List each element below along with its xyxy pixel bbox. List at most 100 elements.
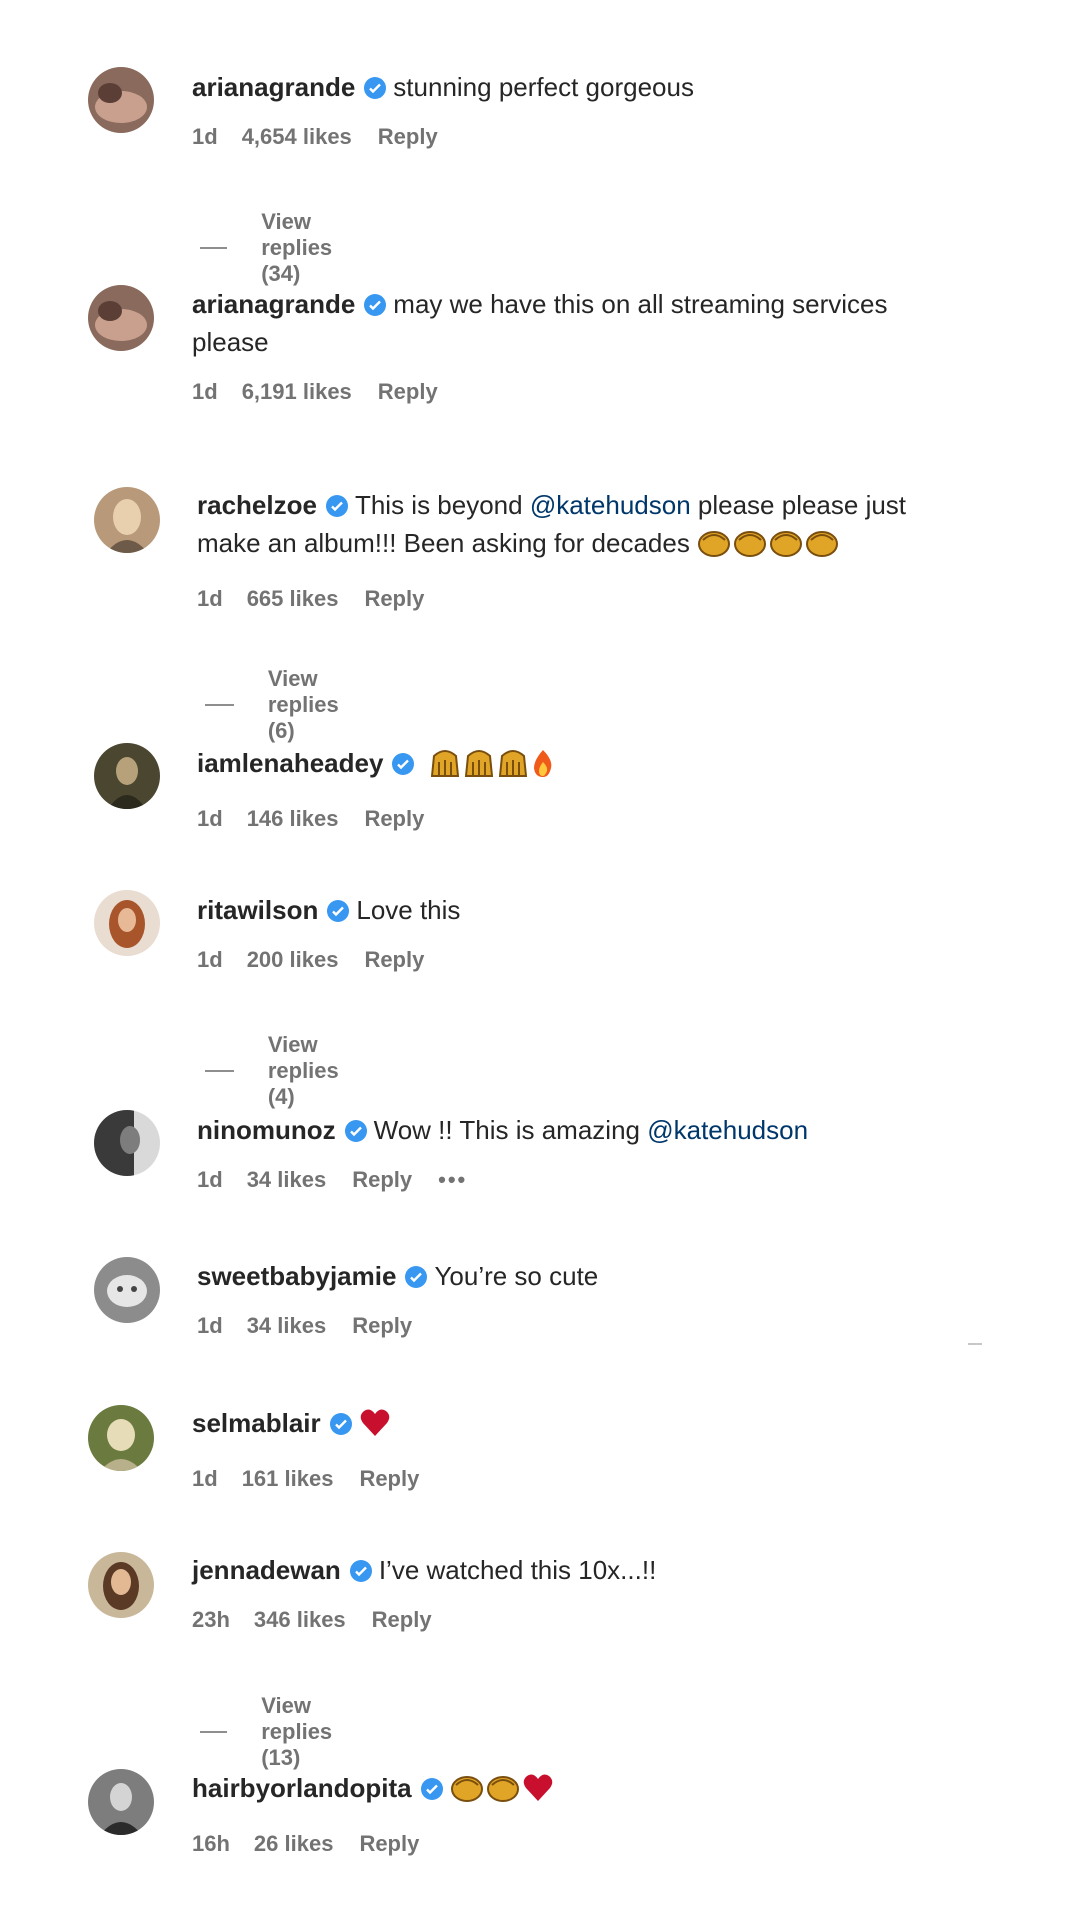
divider-line (200, 1731, 228, 1733)
likes-count[interactable]: 34 likes (247, 1313, 327, 1339)
reply-button[interactable]: Reply (359, 1831, 419, 1857)
comment-body: I’ve watched this 10x...!! (378, 1555, 657, 1585)
verified-badge-icon (392, 753, 415, 775)
view-replies-button[interactable]: View replies (13) (200, 1693, 355, 1771)
likes-count[interactable]: 665 likes (247, 586, 339, 612)
divider-line (200, 247, 228, 249)
reply-button[interactable]: Reply (364, 947, 424, 973)
timestamp: 1d (197, 586, 223, 611)
comment-body: stunning perfect gorgeous (393, 72, 694, 102)
timestamp: 1d (192, 1466, 218, 1491)
fire-icon (531, 748, 555, 788)
verified-badge-icon (325, 495, 348, 517)
comment-text: arianagrande stunning perfect gorgeous (192, 68, 962, 106)
username[interactable]: ritawilson (197, 895, 318, 925)
reply-button[interactable]: Reply (364, 806, 424, 832)
username[interactable]: arianagrande (192, 72, 355, 102)
clap-icon (450, 1773, 484, 1813)
verified-badge-icon (420, 1778, 443, 1800)
comment-body: This is beyond (354, 490, 530, 520)
reply-button[interactable]: Reply (372, 1607, 432, 1633)
comment-text: ninomunoz Wow !! This is amazing @katehud… (197, 1111, 967, 1149)
username[interactable]: iamlenaheadey (197, 748, 383, 778)
comment-text: iamlenaheadey (197, 744, 967, 788)
likes-count[interactable]: 146 likes (247, 806, 339, 832)
comment-text: hairbyorlandopita (192, 1769, 962, 1813)
comment-text: jennadewan I’ve watched this 10x...!! (192, 1551, 962, 1589)
username[interactable]: selmablair (192, 1408, 321, 1438)
username[interactable]: jennadewan (192, 1555, 341, 1585)
likes-count[interactable]: 346 likes (254, 1607, 346, 1633)
likes-count[interactable]: 200 likes (247, 947, 339, 973)
avatar[interactable] (88, 1769, 154, 1835)
username[interactable]: sweetbabyjamie (197, 1261, 396, 1291)
avatar[interactable] (88, 1552, 154, 1618)
comment-text: arianagrande may we have this on all stre… (192, 285, 962, 361)
raised-hands-icon (497, 748, 529, 788)
heart-icon (359, 1408, 391, 1448)
view-replies-label: View replies (4) (267, 1032, 339, 1109)
timestamp: 1d (197, 1167, 223, 1192)
username[interactable]: rachelzoe (197, 490, 317, 520)
view-replies-button[interactable]: View replies (6) (205, 666, 360, 744)
scrollbar-thumb[interactable] (968, 1343, 982, 1345)
likes-count[interactable]: 4,654 likes (242, 124, 352, 150)
username[interactable]: ninomunoz (197, 1115, 336, 1145)
username[interactable]: hairbyorlandopita (192, 1773, 412, 1803)
reply-button[interactable]: Reply (378, 124, 438, 150)
username[interactable]: arianagrande (192, 289, 355, 319)
timestamp: 1d (197, 947, 223, 972)
clap-icon (733, 528, 767, 568)
clap-icon (769, 528, 803, 568)
more-options-icon[interactable]: ••• (438, 1167, 467, 1193)
avatar[interactable] (94, 1257, 160, 1323)
timestamp: 23h (192, 1607, 230, 1632)
view-replies-label: View replies (6) (267, 666, 339, 743)
timestamp: 16h (192, 1831, 230, 1856)
view-replies-button[interactable]: View replies (34) (200, 209, 355, 287)
reply-button[interactable]: Reply (364, 586, 424, 612)
avatar[interactable] (94, 487, 160, 553)
verified-badge-icon (364, 294, 387, 316)
view-replies-button[interactable]: View replies (4) (205, 1032, 360, 1110)
likes-count[interactable]: 6,191 likes (242, 379, 352, 405)
raised-hands-icon (463, 748, 495, 788)
likes-count[interactable]: 26 likes (254, 1831, 334, 1857)
raised-hands-icon (429, 748, 461, 788)
comment-body: You’re so cute (434, 1261, 599, 1291)
verified-badge-icon (405, 1266, 428, 1288)
verified-badge-icon (344, 1120, 367, 1142)
clap-icon (805, 528, 839, 568)
timestamp: 1d (192, 124, 218, 149)
avatar[interactable] (88, 1405, 154, 1471)
timestamp: 1d (197, 1313, 223, 1338)
comment-text: selmablair (192, 1404, 962, 1448)
reply-button[interactable]: Reply (352, 1167, 412, 1193)
clap-icon (486, 1773, 520, 1813)
mention-link[interactable]: @katehudson (647, 1115, 808, 1145)
divider-line (205, 1070, 234, 1072)
avatar[interactable] (94, 743, 160, 809)
avatar[interactable] (94, 890, 160, 956)
comment-body: Love this (356, 895, 461, 925)
comment-body: Wow !! This is amazing (373, 1115, 648, 1145)
mention-link[interactable]: @katehudson (530, 490, 691, 520)
divider-line (205, 704, 234, 706)
clap-icon (697, 528, 731, 568)
avatar[interactable] (88, 67, 154, 133)
verified-badge-icon (327, 900, 350, 922)
reply-button[interactable]: Reply (352, 1313, 412, 1339)
likes-count[interactable]: 34 likes (247, 1167, 327, 1193)
likes-count[interactable]: 161 likes (242, 1466, 334, 1492)
heart-icon (522, 1773, 554, 1813)
reply-button[interactable]: Reply (359, 1466, 419, 1492)
reply-button[interactable]: Reply (378, 379, 438, 405)
verified-badge-icon (349, 1560, 372, 1582)
comment-text: sweetbabyjamie You’re so cute (197, 1257, 967, 1295)
avatar[interactable] (94, 1110, 160, 1176)
view-replies-label: View replies (34) (261, 209, 333, 286)
verified-badge-icon (364, 77, 387, 99)
avatar[interactable] (88, 285, 154, 351)
comment-text: rachelzoe This is beyond @katehudson plea… (197, 486, 967, 568)
timestamp: 1d (197, 806, 223, 831)
